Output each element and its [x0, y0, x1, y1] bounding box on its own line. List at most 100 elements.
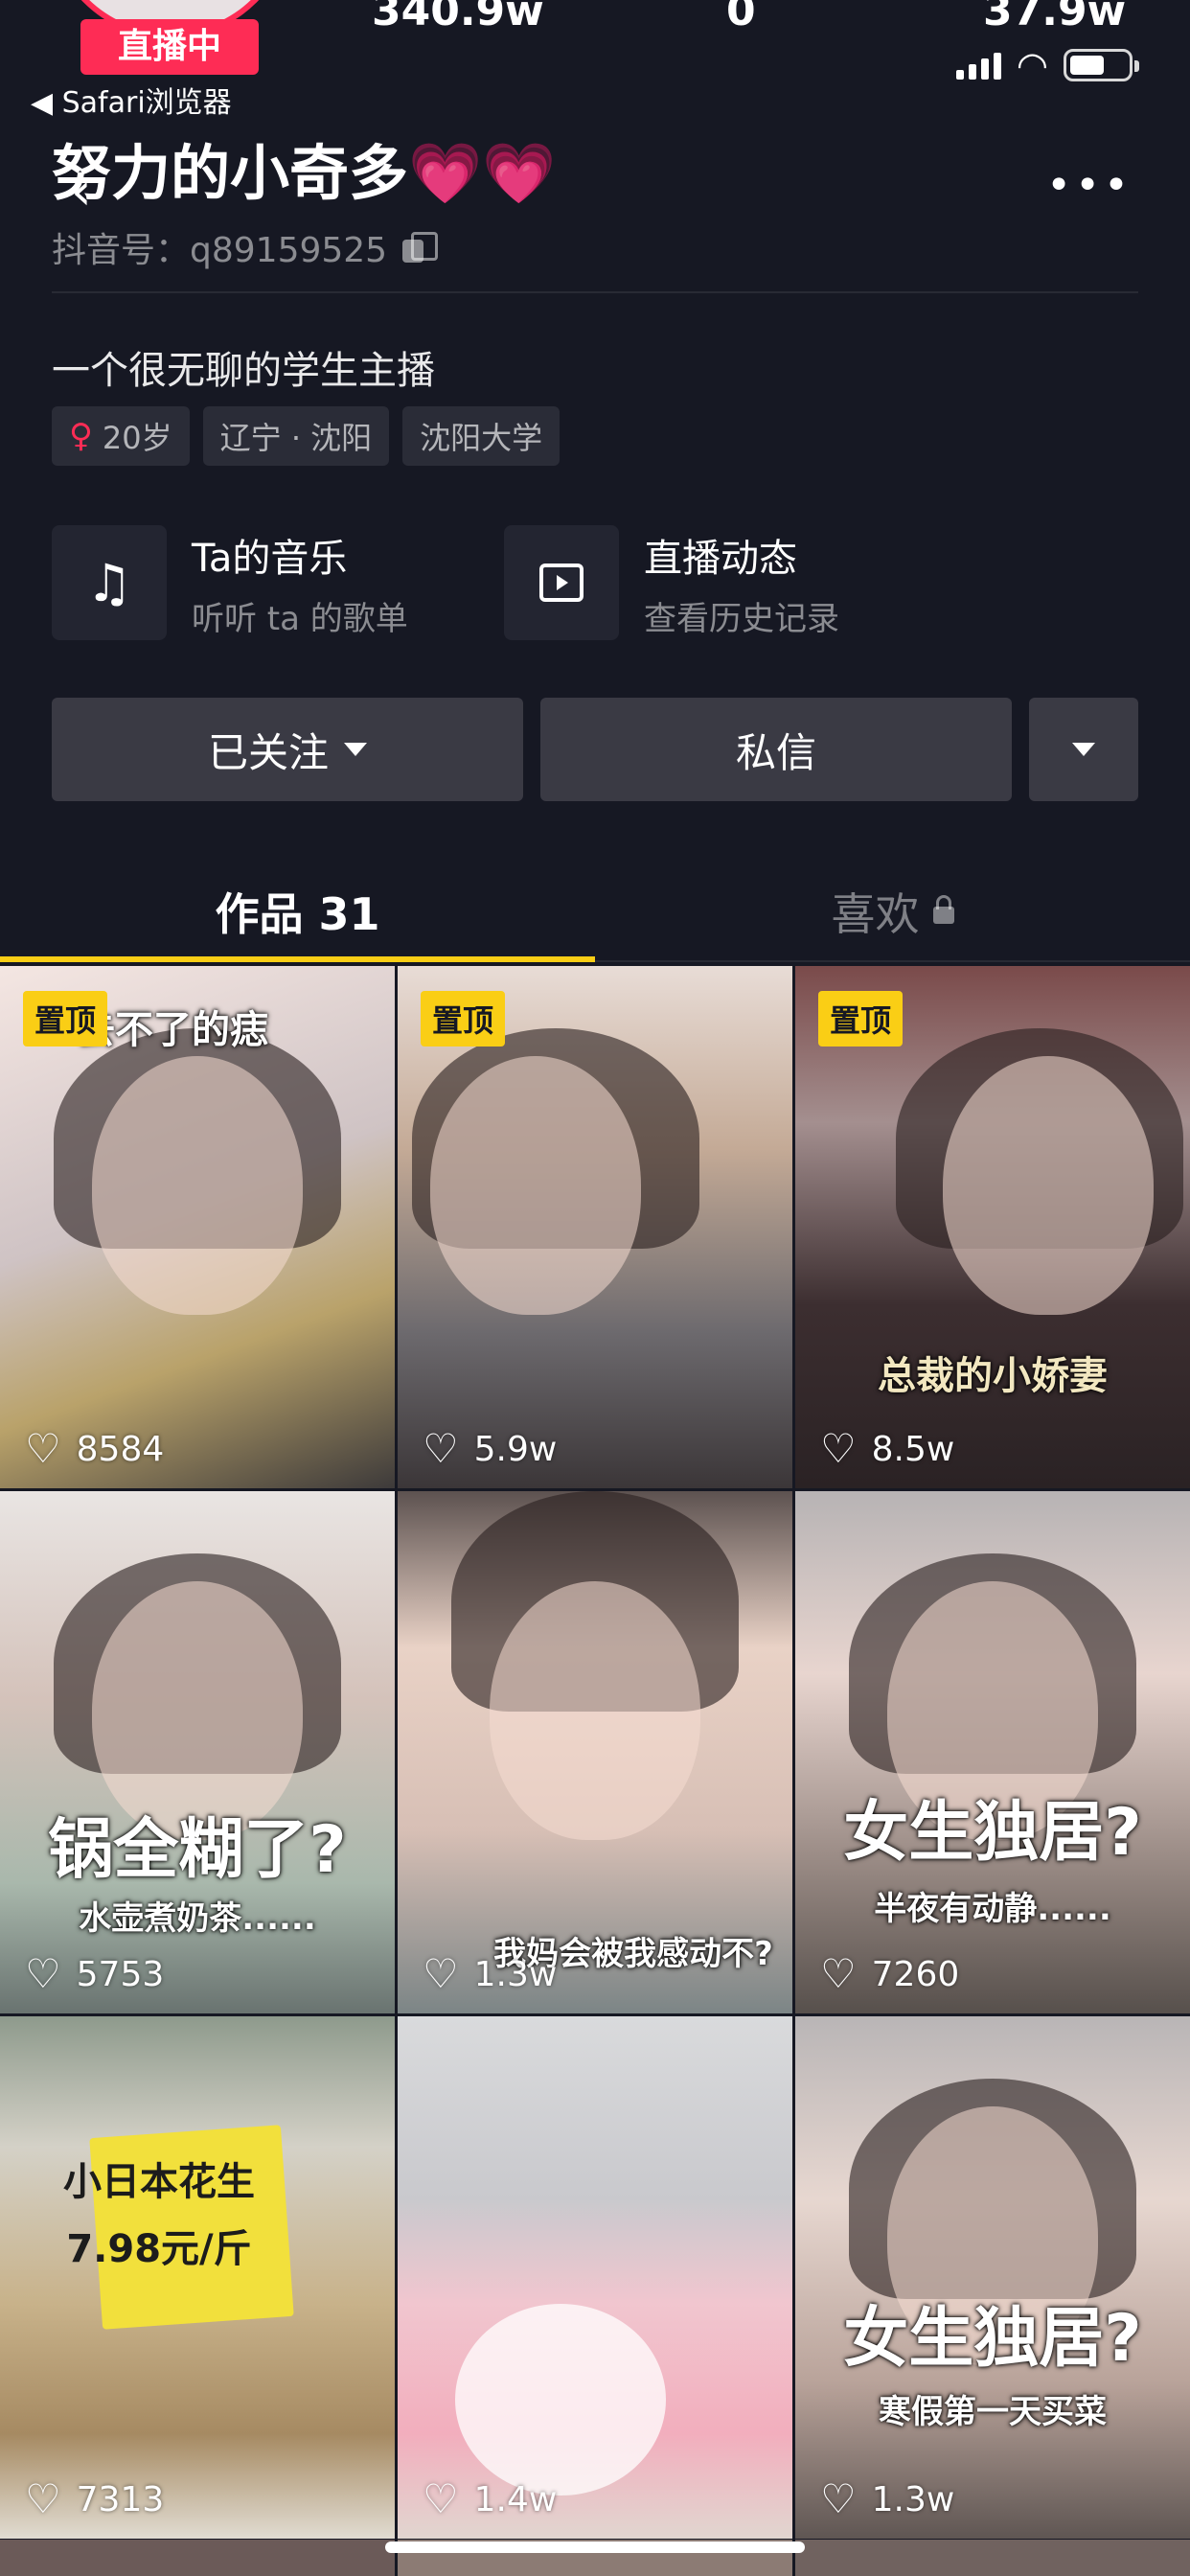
- recommend-dropdown-button[interactable]: [1029, 698, 1138, 801]
- more-options-button[interactable]: •••: [1046, 161, 1133, 210]
- video-caption-large: 女生独居?: [843, 1795, 1142, 1871]
- music-entry[interactable]: ♫ Ta的音乐 听听 ta 的歌单: [52, 525, 504, 640]
- stat-followers: 37.9w: [983, 0, 1127, 35]
- like-count-value: 1.3w: [871, 2479, 955, 2519]
- home-indicator[interactable]: [385, 2542, 805, 2553]
- age-label: 20岁: [102, 420, 172, 456]
- profile-page: 340.9w 0 37.9w 直播中 ◀ Safari浏览器 ◠ 努力的小奇多💗…: [0, 0, 1190, 2576]
- lock-icon: [932, 895, 954, 924]
- tab-likes-label: 喜欢: [831, 888, 920, 940]
- pinned-badge: 置顶: [23, 991, 108, 1046]
- live-history-entry[interactable]: 直播动态 查看历史记录: [504, 525, 956, 640]
- heart-icon: ♡: [820, 1425, 857, 1472]
- back-to-safari-link[interactable]: ◀ Safari浏览器: [31, 79, 232, 121]
- like-count-value: 1.4w: [473, 2479, 558, 2519]
- live-entry-title: 直播动态: [644, 536, 797, 581]
- message-button[interactable]: 私信: [540, 698, 1012, 801]
- video-thumbnail[interactable]: 我妈会被我感动不? ♡ 1.3w: [398, 1491, 792, 2013]
- like-count: ♡ 5753: [25, 1954, 164, 1994]
- like-count: ♡ 5.9w: [423, 1429, 557, 1469]
- like-count: ♡ 1.3w: [820, 2479, 954, 2519]
- video-caption-large: 锅全糊了?: [48, 1812, 347, 1888]
- video-thumbnail[interactable]: ♡ 1.4w: [398, 2016, 792, 2539]
- heart-icon: ♡: [25, 2475, 61, 2522]
- video-thumbnail[interactable]: 女生独居? 寒假第一天买菜 ♡ 1.3w: [795, 2016, 1190, 2539]
- back-chevron-icon[interactable]: ‹: [71, 161, 92, 221]
- music-entry-title: Ta的音乐: [192, 536, 348, 581]
- heart-icon: ♡: [820, 2475, 857, 2522]
- action-buttons: 已关注 私信: [52, 698, 1138, 801]
- video-thumbnail[interactable]: 置顶 ♡ 5.9w: [398, 966, 792, 1488]
- like-count: ♡ 1.4w: [423, 2479, 557, 2519]
- like-count: ♡ 8.5w: [820, 1429, 954, 1469]
- like-count: ♡ 8584: [25, 1429, 164, 1469]
- heart-icon: ♡: [423, 1425, 459, 1472]
- pinned-badge: 置顶: [421, 991, 506, 1046]
- battery-icon: [1064, 49, 1139, 81]
- stat-following: 0: [726, 0, 756, 35]
- video-grid: 置顶 去不了的痣 ♡ 8584 置顶 ♡ 5.9w 置顶 总裁的小娇妻 ♡ 8.5w …: [0, 966, 1190, 2539]
- age-tag: ♀ 20岁: [52, 406, 190, 466]
- douyin-id-text: 抖音号：q89159525: [52, 231, 388, 270]
- live-badge[interactable]: 直播中: [80, 19, 259, 75]
- school-tag[interactable]: 沈阳大学: [402, 406, 561, 466]
- bio: 一个很无聊的学生主播: [52, 349, 435, 393]
- wifi-icon: ◠: [1016, 44, 1048, 86]
- pinned-badge: 置顶: [818, 991, 904, 1046]
- video-thumbnail[interactable]: 小日本花生 7.98元/斤 ♡ 7313: [0, 2016, 395, 2539]
- profile-entries: ♫ Ta的音乐 听听 ta 的歌单 直播动态 查看历史记录: [52, 525, 1138, 640]
- signal-icon: [955, 51, 1001, 80]
- like-count-value: 1.3w: [473, 1954, 558, 1994]
- location-label: 辽宁 · 沈阳: [219, 420, 373, 456]
- music-note-icon: ♫: [52, 525, 167, 640]
- video-caption: 7.98元/斤: [66, 2227, 252, 2271]
- like-count-value: 7260: [871, 1954, 960, 1994]
- followed-label: 已关注: [207, 728, 329, 776]
- followed-button[interactable]: 已关注: [52, 698, 523, 801]
- tab-works-label: 作品 31: [215, 888, 380, 940]
- heart-icon: ♡: [423, 2475, 459, 2522]
- like-count-value: 5.9w: [473, 1429, 558, 1469]
- location-tag[interactable]: 辽宁 · 沈阳: [202, 406, 390, 466]
- video-caption-large: 小日本花生: [63, 2160, 255, 2204]
- like-count-value: 8.5w: [871, 1429, 955, 1469]
- video-caption: 寒假第一天买菜: [879, 2393, 1107, 2431]
- heart-icon: ♡: [423, 1950, 459, 1997]
- stat-likes: 340.9w: [372, 0, 544, 35]
- profile-tags: ♀ 20岁 辽宁 · 沈阳 沈阳大学: [52, 406, 561, 466]
- video-caption: 水壶煮奶茶......: [79, 1899, 316, 1938]
- nickname: 努力的小奇多💗💗: [52, 138, 557, 208]
- copy-icon[interactable]: [402, 232, 439, 263]
- message-label: 私信: [735, 728, 816, 776]
- video-thumbnail[interactable]: 置顶 去不了的痣 ♡ 8584: [0, 966, 395, 1488]
- like-count-value: 5753: [76, 1954, 165, 1994]
- tab-works[interactable]: 作品 31: [0, 862, 595, 962]
- live-entry-subtitle: 查看历史记录: [644, 599, 839, 638]
- heart-icon: ♡: [25, 1950, 61, 1997]
- video-caption: 总裁的小娇妻: [878, 1354, 1108, 1398]
- school-label: 沈阳大学: [420, 420, 543, 456]
- status-icons: ◠: [955, 44, 1139, 86]
- like-count-value: 7313: [76, 2479, 165, 2519]
- divider: [52, 291, 1138, 293]
- like-count: ♡ 7260: [820, 1954, 959, 1994]
- female-icon: ♀: [69, 417, 93, 455]
- video-caption-large: 女生独居?: [843, 2301, 1142, 2377]
- heart-icon: ♡: [25, 1425, 61, 1472]
- caret-down-icon: [344, 743, 367, 756]
- like-count-value: 8584: [76, 1429, 165, 1469]
- like-count: ♡ 1.3w: [423, 1954, 557, 1994]
- heart-icon: ♡: [820, 1950, 857, 1997]
- content-tabs: 作品 31 喜欢: [0, 862, 1190, 962]
- tab-likes[interactable]: 喜欢: [595, 862, 1190, 960]
- video-caption: 半夜有动静......: [874, 1890, 1111, 1928]
- video-thumbnail[interactable]: 置顶 总裁的小娇妻 ♡ 8.5w: [795, 966, 1190, 1488]
- like-count: ♡ 7313: [25, 2479, 164, 2519]
- cartoon-face: [455, 2304, 666, 2496]
- caret-down-icon: [1072, 743, 1095, 756]
- tv-icon: [504, 525, 619, 640]
- video-thumbnail[interactable]: 锅全糊了? 水壶煮奶茶...... ♡ 5753: [0, 1491, 395, 2013]
- douyin-id: 抖音号：q89159525: [52, 222, 439, 272]
- video-thumbnail[interactable]: 女生独居? 半夜有动静...... ♡ 7260: [795, 1491, 1190, 2013]
- music-entry-subtitle: 听听 ta 的歌单: [192, 599, 408, 638]
